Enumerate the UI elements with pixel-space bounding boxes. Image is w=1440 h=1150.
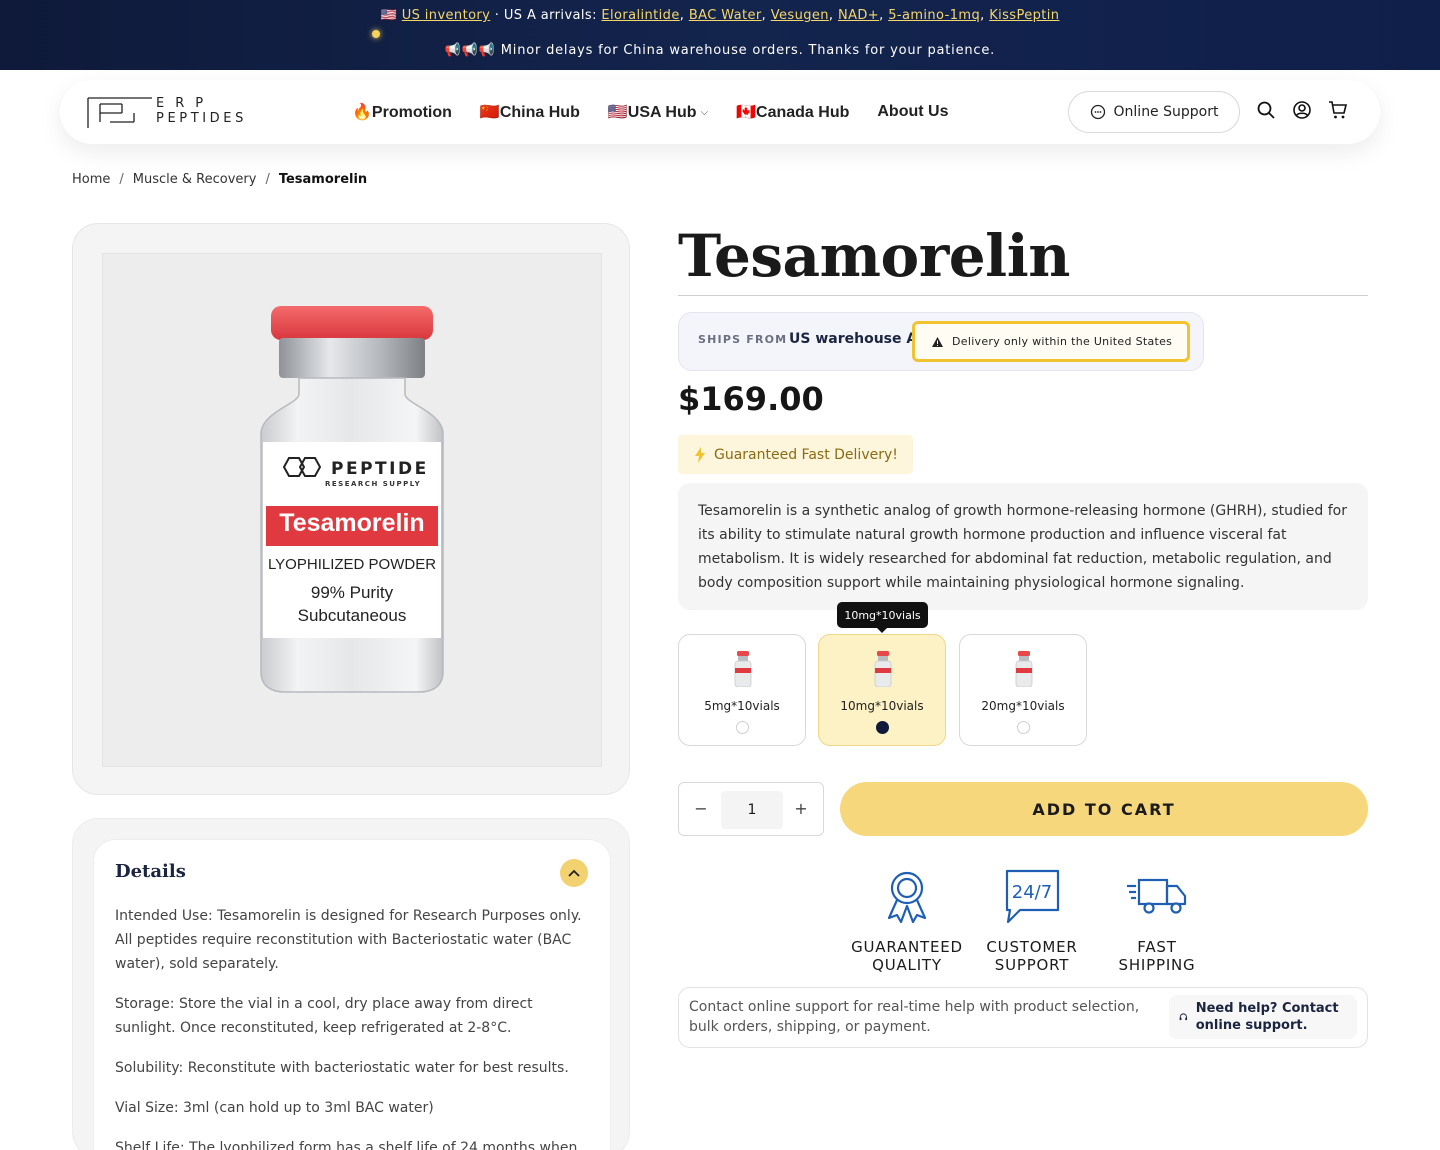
- product-title: Tesamorelin: [678, 222, 1070, 290]
- variant-radio[interactable]: [736, 721, 749, 734]
- vial-label-line1: LYOPHILIZED POWDER: [267, 556, 437, 573]
- breadcrumb-current: Tesamorelin: [278, 172, 368, 187]
- product-image-frame[interactable]: PEPTIDE RESEARCH SUPPLY Tesamorelin LYOP…: [102, 253, 602, 767]
- nav-usa-hub[interactable]: 🇺🇸USA Hub ⌵: [608, 102, 708, 122]
- delivery-truck-icon: [1127, 878, 1187, 914]
- warning-icon: [932, 336, 943, 347]
- details-title[interactable]: Details: [115, 861, 186, 882]
- breadcrumb: Home / Muscle & Recovery / Tesamorelin: [72, 172, 368, 187]
- quantity-stepper: − 1 +: [678, 782, 824, 836]
- arrival-link[interactable]: NAD+: [838, 8, 879, 23]
- arrival-link[interactable]: BAC Water: [689, 8, 762, 23]
- add-to-cart-button[interactable]: ADD TO CART: [840, 782, 1368, 836]
- announcement-line-delay: 📢📢📢 Minor delays for China warehouse ord…: [444, 43, 996, 58]
- accordion-toggle-button[interactable]: [560, 859, 588, 887]
- account-icon[interactable]: [1292, 100, 1312, 120]
- details-solubility: Solubility: Reconstitute with bacteriost…: [115, 1060, 569, 1076]
- ships-from-value: US warehouse A: [789, 331, 918, 347]
- variant-label: 20mg*10vials: [981, 699, 1065, 713]
- nav-canada-hub[interactable]: 🇨🇦Canada Hub: [736, 102, 849, 122]
- feature-fast-shipping: FAST SHIPPING: [1097, 866, 1217, 974]
- announcement-bar: 🇺🇸 US inventory · US A arrivals: Elorali…: [0, 0, 1440, 70]
- online-support-button[interactable]: Online Support: [1068, 91, 1240, 133]
- ships-from-panel: SHIPS FROM US warehouse A Delivery only …: [678, 312, 1204, 371]
- nav-about-us[interactable]: About Us: [877, 103, 948, 121]
- vial-thumbnail-icon: [734, 651, 752, 687]
- contact-support-link[interactable]: Need help? Contact online support.: [1169, 995, 1357, 1039]
- arrival-link[interactable]: Eloralintide: [601, 8, 679, 23]
- details-storage: Storage: Store the vial in a cool, dry p…: [115, 996, 533, 1036]
- help-panel: Contact online support for real-time hel…: [678, 987, 1368, 1048]
- search-icon[interactable]: [1256, 100, 1276, 120]
- logo-mark-icon: [87, 97, 152, 128]
- main-nav: 🔥Promotion 🇨🇳China Hub 🇺🇸USA Hub ⌵ 🇨🇦Cana…: [352, 80, 948, 144]
- product-media: PEPTIDE RESEARCH SUPPLY Tesamorelin LYOP…: [72, 223, 630, 795]
- title-divider: [678, 295, 1368, 296]
- variant-option-5mg[interactable]: 5mg*10vials: [678, 634, 806, 746]
- variant-label: 5mg*10vials: [704, 699, 780, 713]
- arrival-link[interactable]: Vesugen: [771, 8, 829, 23]
- variant-option-10mg[interactable]: 10mg*10vials: [818, 634, 946, 746]
- breadcrumb-category[interactable]: Muscle & Recovery: [133, 172, 257, 187]
- vial-thumbnail-icon: [1015, 651, 1033, 687]
- feature-customer-support: 24/7 CUSTOMER SUPPORT: [972, 866, 1092, 974]
- chevron-down-icon: ⌵: [700, 106, 709, 118]
- nav-promotion[interactable]: 🔥Promotion: [352, 102, 452, 122]
- us-flag-icon: 🇺🇸: [380, 8, 398, 23]
- award-ribbon-icon: [887, 871, 927, 924]
- delivery-warning-badge: Delivery only within the United States: [912, 321, 1190, 362]
- details-section: Details Intended Use: Tesamorelin is des…: [72, 818, 630, 1150]
- vial-thumbnail-icon: [874, 651, 892, 687]
- details-intended-use: Intended Use: Tesamorelin is designed fo…: [115, 908, 582, 972]
- feature-guaranteed-quality: GUARANTEED QUALITY: [847, 866, 967, 974]
- support-247-icon: 24/7: [1005, 869, 1060, 924]
- qty-decrease-button[interactable]: −: [690, 798, 712, 820]
- svg-text:24/7: 24/7: [1012, 882, 1052, 903]
- cart-icon[interactable]: [1328, 100, 1348, 120]
- variant-radio[interactable]: [1017, 721, 1030, 734]
- product-description: Tesamorelin is a synthetic analog of gro…: [678, 483, 1368, 610]
- vial-label-line2: 99% Purity: [310, 583, 394, 602]
- vial-label-line3: Subcutaneous: [297, 606, 407, 625]
- site-header: ERP PEPTIDES 🔥Promotion 🇨🇳China Hub 🇺🇸US…: [60, 80, 1380, 144]
- headset-icon: [1179, 1013, 1188, 1021]
- arrival-link[interactable]: 5-amino-1mq: [888, 8, 980, 23]
- fast-delivery-badge: Guaranteed Fast Delivery!: [678, 435, 913, 474]
- qty-input[interactable]: 1: [721, 791, 783, 829]
- nav-china-hub[interactable]: 🇨🇳China Hub: [480, 102, 580, 122]
- lightning-icon: [695, 446, 705, 463]
- logo-text-bottom: PEPTIDES: [156, 111, 247, 126]
- announcement-line-arrivals: 🇺🇸 US inventory · US A arrivals: Elorali…: [380, 8, 1060, 23]
- arrival-link[interactable]: KissPeptin: [989, 8, 1059, 23]
- details-accordion: Details Intended Use: Tesamorelin is des…: [93, 839, 611, 1150]
- variant-option-20mg[interactable]: 20mg*10vials: [959, 634, 1087, 746]
- chat-bubble-icon: [1090, 104, 1105, 120]
- vial-brand-name: PEPTIDE: [331, 459, 429, 479]
- variant-tooltip: 10mg*10vials: [837, 602, 928, 633]
- details-body: Intended Use: Tesamorelin is designed fo…: [115, 904, 595, 1150]
- vial-brand-sub: RESEARCH SUPPLY: [325, 480, 422, 488]
- chevron-up-icon: [568, 869, 580, 877]
- arrivals-label: US A arrivals:: [503, 8, 597, 23]
- details-vial-size: Vial Size: 3ml (can hold up to 3ml BAC w…: [115, 1100, 434, 1116]
- ships-from-label: SHIPS FROM: [698, 333, 788, 346]
- variant-label: 10mg*10vials: [840, 699, 924, 713]
- breadcrumb-home[interactable]: Home: [72, 172, 110, 187]
- product-price: $169.00: [678, 380, 824, 418]
- variant-radio-selected[interactable]: [876, 721, 889, 734]
- vial-label-name: Tesamorelin: [279, 509, 425, 537]
- us-inventory-link[interactable]: US inventory: [402, 8, 491, 23]
- carousel-dot[interactable]: [372, 30, 380, 38]
- qty-increase-button[interactable]: +: [790, 798, 812, 820]
- megaphone-icon: 📢📢📢: [444, 43, 496, 58]
- details-shelf-life: Shelf Life: The lyophilized form has a s…: [115, 1140, 578, 1150]
- help-text: Contact online support for real-time hel…: [689, 999, 1140, 1035]
- site-logo[interactable]: ERP PEPTIDES: [86, 96, 246, 130]
- logo-text-top: ERP: [156, 96, 215, 111]
